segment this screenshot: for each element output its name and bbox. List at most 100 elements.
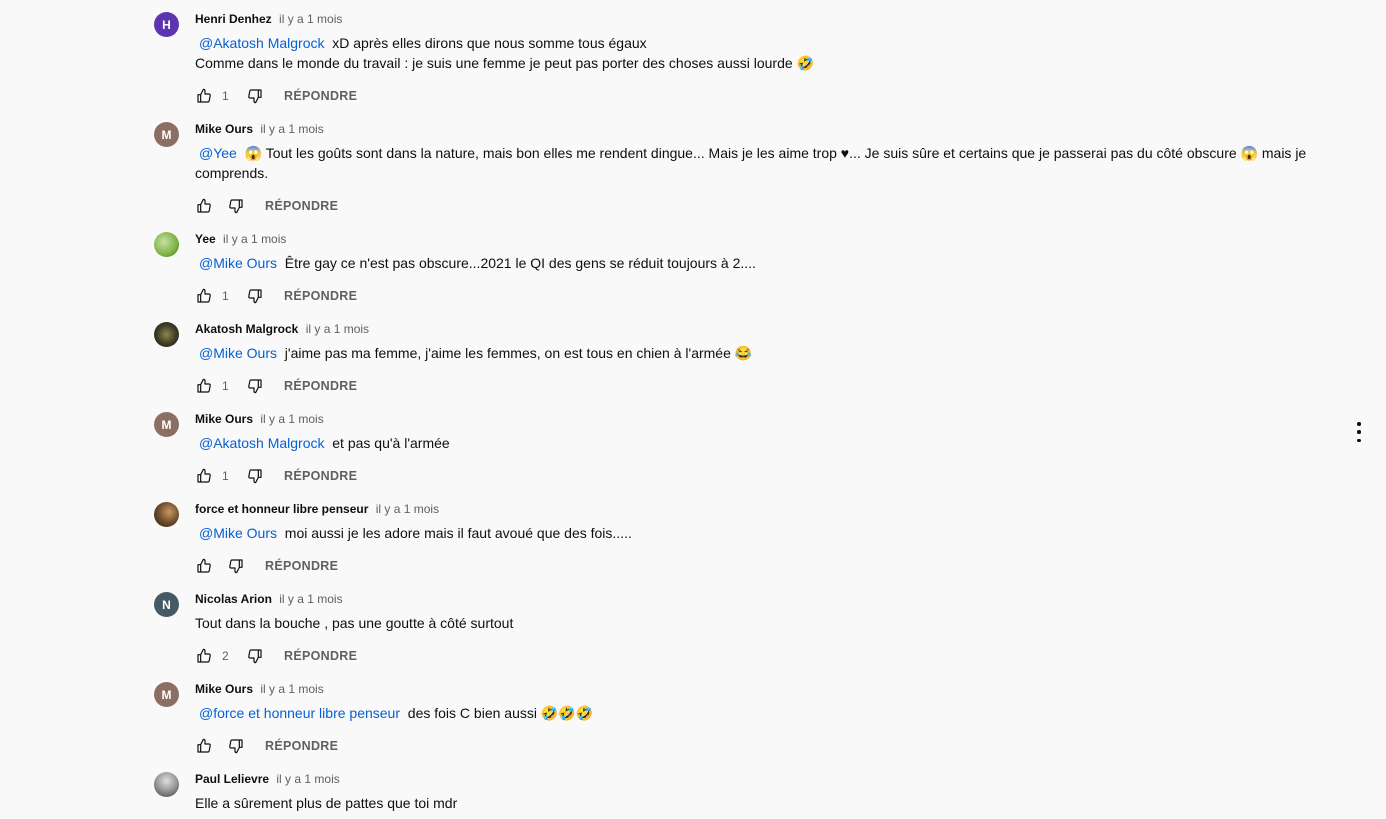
comment-timestamp[interactable]: il y a 1 mois bbox=[279, 592, 342, 606]
thumbs-up-icon bbox=[197, 198, 211, 213]
comment-text: @Mike Ours Être gay ce n'est pas obscure… bbox=[195, 253, 1344, 273]
comment-timestamp[interactable]: il y a 1 mois bbox=[223, 232, 286, 246]
thumbs-up-icon bbox=[197, 288, 211, 303]
thumbs-down-icon bbox=[248, 89, 262, 104]
comment-text-line: moi aussi je les adore mais il faut avou… bbox=[284, 525, 632, 541]
comment-text-line: Être gay ce n'est pas obscure...2021 le … bbox=[284, 255, 756, 271]
author-name[interactable]: Henri Denhez bbox=[195, 12, 272, 26]
avatar[interactable] bbox=[154, 502, 179, 527]
reply-button[interactable]: RÉPONDRE bbox=[284, 379, 357, 393]
thumbs-up-icon bbox=[197, 468, 211, 483]
mention-link[interactable]: @Mike Ours bbox=[199, 525, 277, 541]
like-button[interactable] bbox=[195, 467, 213, 485]
comment-header: Mike Ours il y a 1 mois bbox=[195, 122, 1344, 138]
comment-timestamp[interactable]: il y a 1 mois bbox=[260, 412, 323, 426]
reply-button[interactable]: RÉPONDRE bbox=[265, 559, 338, 573]
comment-timestamp[interactable]: il y a 1 mois bbox=[260, 682, 323, 696]
like-button[interactable] bbox=[195, 287, 213, 305]
like-count: 1 bbox=[222, 469, 229, 483]
comment-text: Elle a sûrement plus de pattes que toi m… bbox=[195, 793, 1344, 813]
like-button[interactable] bbox=[195, 647, 213, 665]
emoji: 🤣🤣🤣 bbox=[540, 705, 594, 721]
mention-link[interactable]: @Mike Ours bbox=[199, 345, 277, 361]
dislike-button[interactable] bbox=[246, 87, 264, 105]
comment-header: Paul Lelievre il y a 1 mois bbox=[195, 772, 1344, 788]
avatar[interactable] bbox=[154, 232, 179, 257]
comment-body: Mike Ours il y a 1 mois @force et honneu… bbox=[195, 682, 1344, 723]
more-vert-icon bbox=[1357, 430, 1361, 434]
author-name[interactable]: Mike Ours bbox=[195, 122, 253, 136]
comment-header: Henri Denhez il y a 1 mois bbox=[195, 12, 1344, 28]
thumbs-down-icon bbox=[248, 379, 262, 394]
reply-button[interactable]: RÉPONDRE bbox=[284, 289, 357, 303]
dislike-button[interactable] bbox=[246, 287, 264, 305]
like-button[interactable] bbox=[195, 737, 213, 755]
avatar[interactable]: M bbox=[154, 412, 179, 437]
comment-body: Paul Lelievre il y a 1 mois Elle a sûrem… bbox=[195, 772, 1344, 813]
comment-text-line: Comme dans le monde du travail : je suis… bbox=[195, 55, 793, 71]
comment-text: @Akatosh Malgrock xD après elles dirons … bbox=[195, 33, 1344, 73]
comment-header: Nicolas Arion il y a 1 mois bbox=[195, 592, 1344, 608]
reply-button[interactable]: RÉPONDRE bbox=[284, 469, 357, 483]
comment-actions: RÉPONDRE bbox=[195, 734, 338, 758]
comment-text-line: xD après elles dirons que nous somme tou… bbox=[332, 35, 647, 51]
dislike-button[interactable] bbox=[246, 377, 264, 395]
comment-actions: 1 RÉPONDRE bbox=[195, 374, 357, 398]
comment-timestamp[interactable]: il y a 1 mois bbox=[260, 122, 323, 136]
comment-timestamp[interactable]: il y a 1 mois bbox=[306, 322, 369, 336]
more-vert-icon bbox=[1357, 438, 1361, 442]
dislike-button[interactable] bbox=[227, 197, 245, 215]
author-name[interactable]: Paul Lelievre bbox=[195, 772, 269, 786]
comment-timestamp[interactable]: il y a 1 mois bbox=[276, 772, 339, 786]
mention-link[interactable]: @Yee bbox=[199, 145, 237, 161]
thumbs-up-icon bbox=[197, 88, 211, 103]
avatar[interactable]: H bbox=[154, 12, 179, 37]
comment-text: Tout dans la bouche , pas une goutte à c… bbox=[195, 613, 1344, 633]
avatar[interactable] bbox=[154, 772, 179, 797]
reply-button[interactable]: RÉPONDRE bbox=[284, 89, 357, 103]
mention-link[interactable]: @force et honneur libre penseur bbox=[199, 705, 400, 721]
comment-header: Akatosh Malgrock il y a 1 mois bbox=[195, 322, 1344, 338]
thumbs-up-icon bbox=[197, 738, 211, 753]
comment-actions: RÉPONDRE bbox=[195, 554, 338, 578]
dislike-button[interactable] bbox=[227, 557, 245, 575]
comment-text-line: des fois C bien aussi bbox=[407, 705, 537, 721]
like-count: 1 bbox=[222, 89, 229, 103]
comment-text: @Akatosh Malgrock et pas qu'à l'armée bbox=[195, 433, 1344, 453]
thumbs-up-icon bbox=[197, 648, 211, 663]
mention-link[interactable]: @Mike Ours bbox=[199, 255, 277, 271]
like-button[interactable] bbox=[195, 557, 213, 575]
avatar[interactable]: M bbox=[154, 682, 179, 707]
mention-link[interactable]: @Akatosh Malgrock bbox=[199, 35, 324, 51]
thumbs-up-icon bbox=[197, 378, 211, 393]
comment-timestamp[interactable]: il y a 1 mois bbox=[376, 502, 439, 516]
mention-link[interactable]: @Akatosh Malgrock bbox=[199, 435, 324, 451]
more-actions-button[interactable] bbox=[1350, 422, 1368, 442]
reply-button[interactable]: RÉPONDRE bbox=[284, 649, 357, 663]
author-name[interactable]: Nicolas Arion bbox=[195, 592, 272, 606]
comment-timestamp[interactable]: il y a 1 mois bbox=[279, 12, 342, 26]
like-button[interactable] bbox=[195, 87, 213, 105]
like-button[interactable] bbox=[195, 377, 213, 395]
like-count: 1 bbox=[222, 379, 229, 393]
comment-header: Yee il y a 1 mois bbox=[195, 232, 1344, 248]
reply-button[interactable]: RÉPONDRE bbox=[265, 739, 338, 753]
comment-text-line: et pas qu'à l'armée bbox=[332, 435, 450, 451]
author-name[interactable]: force et honneur libre penseur bbox=[195, 502, 368, 516]
reply-button[interactable]: RÉPONDRE bbox=[265, 199, 338, 213]
author-name[interactable]: Mike Ours bbox=[195, 412, 253, 426]
author-name[interactable]: Akatosh Malgrock bbox=[195, 322, 298, 336]
comment-header: Mike Ours il y a 1 mois bbox=[195, 682, 1344, 698]
avatar[interactable]: M bbox=[154, 122, 179, 147]
dislike-button[interactable] bbox=[227, 737, 245, 755]
comment-actions: 1 RÉPONDRE bbox=[195, 464, 357, 488]
author-name[interactable]: Yee bbox=[195, 232, 216, 246]
avatar[interactable]: N bbox=[154, 592, 179, 617]
author-name[interactable]: Mike Ours bbox=[195, 682, 253, 696]
dislike-button[interactable] bbox=[246, 467, 264, 485]
dislike-button[interactable] bbox=[246, 647, 264, 665]
like-button[interactable] bbox=[195, 197, 213, 215]
avatar[interactable] bbox=[154, 322, 179, 347]
comment-text-line: Tout les goûts sont dans la nature, mais… bbox=[265, 145, 1237, 161]
comment-body: Akatosh Malgrock il y a 1 mois @Mike Our… bbox=[195, 322, 1344, 363]
